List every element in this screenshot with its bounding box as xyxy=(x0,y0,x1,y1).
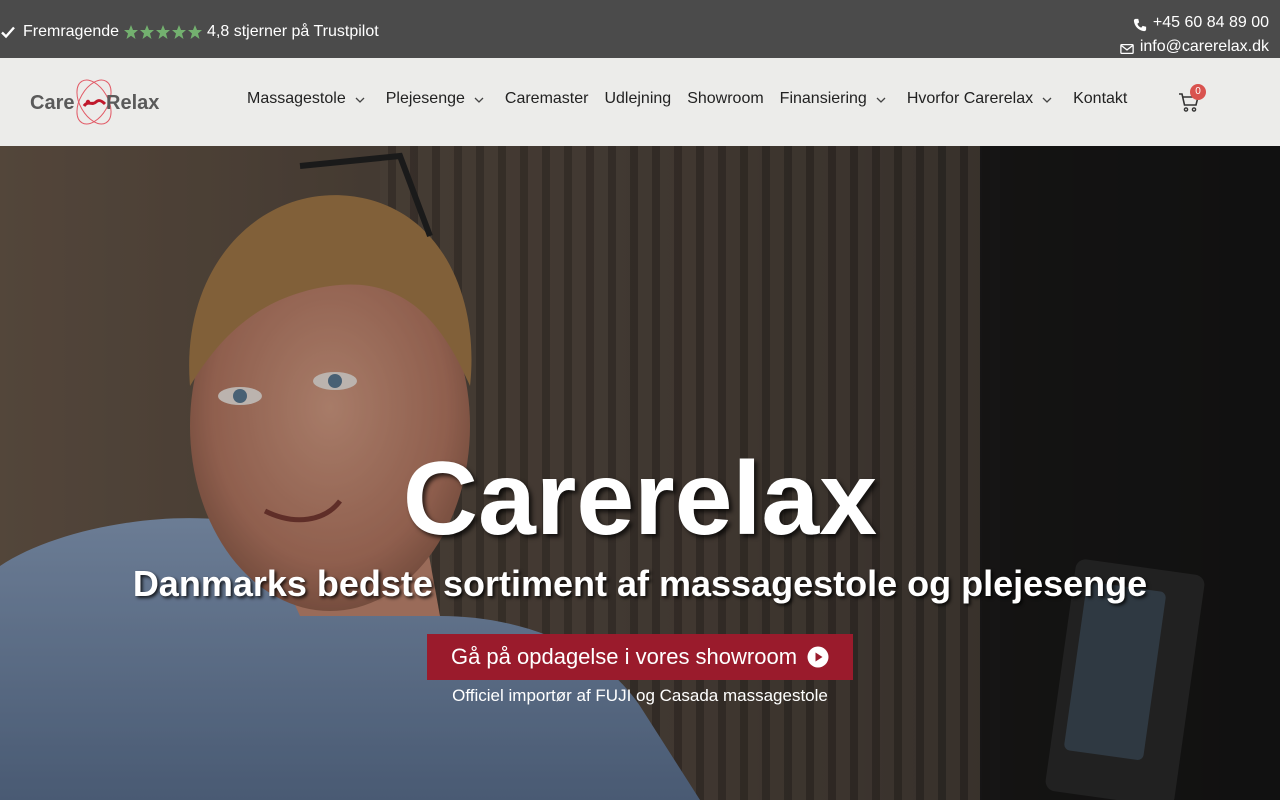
nav-label: Caremaster xyxy=(504,90,589,107)
logo-text-right: Relax xyxy=(106,92,159,114)
nav-label: Massagestole xyxy=(247,90,346,107)
importer-note: Officiel importør af FUJI og Casada mass… xyxy=(452,686,828,705)
star-icon xyxy=(155,24,171,40)
nav-item-kontakt[interactable]: Kontakt xyxy=(1073,90,1127,108)
hero-section: Carerelax Danmarks bedste sortiment af m… xyxy=(0,146,1280,800)
site-header: Care Relax Massagestole Plejesenge Carem… xyxy=(0,58,1280,146)
star-icon xyxy=(171,24,187,40)
logo-text-left: Care xyxy=(30,92,74,114)
top-bar: Fremragende 4,8 stjerner på Trustpilot +… xyxy=(0,0,1280,58)
trustpilot-rating[interactable]: Fremragende 4,8 stjerner på Trustpilot xyxy=(0,23,379,41)
nav-item-showroom[interactable]: Showroom xyxy=(687,90,763,108)
nav-item-caremaster[interactable]: Caremaster xyxy=(505,90,589,108)
cta-label: Gå på opdagelse i vores showroom xyxy=(450,644,798,669)
main-nav: Massagestole Plejesenge Caremaster Udlej… xyxy=(247,90,1143,108)
rating-label: Fremragende xyxy=(23,23,120,40)
nav-item-massagestole[interactable]: Massagestole xyxy=(247,90,366,108)
phone-number: +45 60 84 89 00 xyxy=(1152,14,1269,31)
contact-info: +45 60 84 89 00 info@carerelax.dk xyxy=(1120,11,1269,59)
showroom-cta-button[interactable]: Gå på opdagelse i vores showroom xyxy=(427,634,853,680)
chevron-down-icon xyxy=(354,93,366,105)
carerelax-logo[interactable]: Care Relax xyxy=(30,76,160,128)
star-icon xyxy=(139,24,155,40)
hero-title: Carerelax xyxy=(402,441,878,557)
play-circle-icon xyxy=(807,646,829,668)
chevron-down-icon xyxy=(1041,93,1053,105)
chevron-down-icon xyxy=(875,93,887,105)
phone-icon xyxy=(1133,16,1147,32)
email-link[interactable]: info@carerelax.dk xyxy=(1120,35,1269,59)
nav-label: Hvorfor Carerelax xyxy=(906,90,1034,107)
hero-subtitle: Danmarks bedste sortiment af massagestol… xyxy=(132,563,1148,604)
nav-label: Udlejning xyxy=(604,90,672,107)
nav-item-udlejning[interactable]: Udlejning xyxy=(604,90,671,108)
rating-stars xyxy=(123,24,203,40)
chevron-down-icon xyxy=(473,93,485,105)
star-icon xyxy=(187,24,203,40)
rating-text: 4,8 stjerner på Trustpilot xyxy=(207,23,379,40)
nav-item-finansiering[interactable]: Finansiering xyxy=(780,90,887,108)
phone-link[interactable]: +45 60 84 89 00 xyxy=(1120,11,1269,35)
envelope-icon xyxy=(1120,40,1134,55)
star-icon xyxy=(123,24,139,40)
email-address: info@carerelax.dk xyxy=(1139,38,1269,55)
nav-label: Finansiering xyxy=(779,90,867,107)
nav-label: Showroom xyxy=(687,90,764,107)
check-icon xyxy=(0,24,16,40)
nav-label: Kontakt xyxy=(1073,90,1128,107)
nav-item-plejesenge[interactable]: Plejesenge xyxy=(386,90,485,108)
nav-label: Plejesenge xyxy=(385,90,465,107)
nav-item-hvorfor-carerelax[interactable]: Hvorfor Carerelax xyxy=(907,90,1053,108)
cart-count-badge: 0 xyxy=(1190,84,1206,100)
